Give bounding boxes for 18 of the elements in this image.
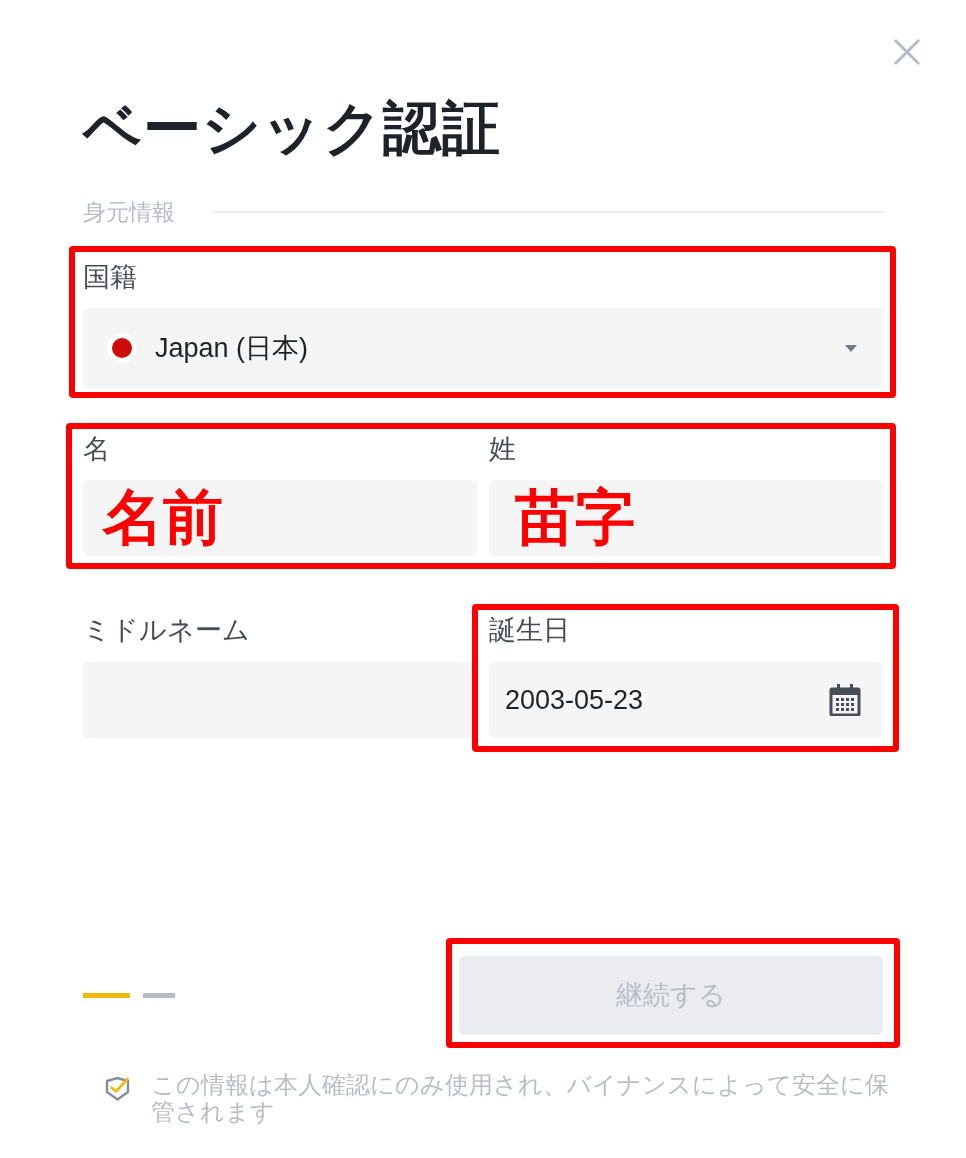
nationality-select[interactable]: Japan (日本) bbox=[83, 308, 883, 388]
field-label: ミドルネーム bbox=[83, 615, 251, 645]
field-label: 姓 bbox=[489, 434, 517, 464]
section-label: 身元情報 bbox=[83, 198, 175, 227]
close-button[interactable] bbox=[893, 38, 921, 66]
field-label: 名 bbox=[83, 434, 111, 464]
last-name-field[interactable]: 苗字 bbox=[489, 480, 883, 556]
close-icon bbox=[893, 38, 921, 66]
birthday-field[interactable]: 2003-05-23 bbox=[489, 662, 883, 738]
privacy-notice: この情報は本人確認にのみ使用され、バイナンスによって安全に保管されます bbox=[151, 1071, 890, 1125]
dialog-title: ベーシック認証 bbox=[83, 96, 502, 160]
first-name-field[interactable]: 名前 bbox=[83, 480, 477, 556]
caret-icon bbox=[845, 344, 857, 352]
field-label: 誕生日 bbox=[489, 615, 571, 645]
field-label: 国籍 bbox=[83, 262, 138, 292]
flag-icon bbox=[107, 333, 137, 363]
calendar-icon bbox=[829, 684, 861, 716]
shield-check-icon bbox=[105, 1077, 130, 1101]
